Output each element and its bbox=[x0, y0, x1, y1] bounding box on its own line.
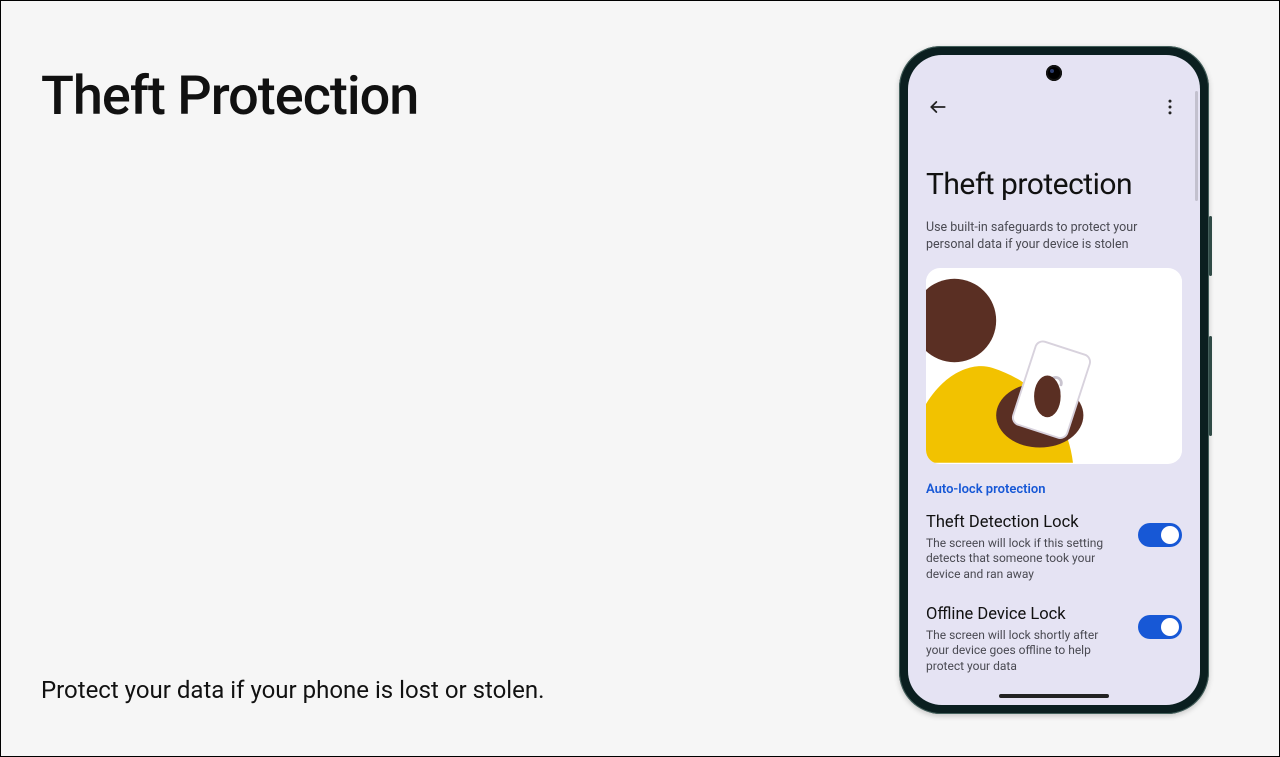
setting-theft-detection-lock[interactable]: Theft Detection Lock The screen will loc… bbox=[926, 513, 1182, 583]
setting-desc: The screen will lock if this setting det… bbox=[926, 536, 1128, 583]
setting-offline-device-lock[interactable]: Offline Device Lock The screen will lock… bbox=[926, 605, 1182, 675]
screen-title: Theft protection bbox=[926, 167, 1182, 202]
setting-title: Offline Device Lock bbox=[926, 605, 1128, 624]
setting-desc: The screen will lock shortly after your … bbox=[926, 628, 1128, 675]
toggle-theft-detection-lock[interactable] bbox=[1138, 523, 1182, 547]
screen-description: Use built-in safeguards to protect your … bbox=[926, 220, 1182, 254]
slide-frame: Theft Protection Protect your data if yo… bbox=[0, 0, 1280, 757]
back-icon[interactable] bbox=[924, 93, 952, 121]
toggle-offline-device-lock[interactable] bbox=[1138, 615, 1182, 639]
phone-mockup: Theft protection Use built-in safeguards… bbox=[899, 46, 1209, 714]
more-icon[interactable] bbox=[1156, 93, 1184, 121]
page-title: Theft Protection bbox=[41, 65, 418, 128]
illustration bbox=[926, 268, 1182, 464]
gesture-bar[interactable] bbox=[999, 694, 1109, 698]
page-subtitle: Protect your data if your phone is lost … bbox=[41, 676, 544, 704]
setting-title: Theft Detection Lock bbox=[926, 513, 1128, 532]
phone-screen: Theft protection Use built-in safeguards… bbox=[908, 55, 1200, 705]
screen-content: Theft protection Use built-in safeguards… bbox=[908, 129, 1200, 674]
scrollbar[interactable] bbox=[1195, 91, 1198, 201]
front-camera bbox=[1046, 65, 1062, 81]
section-label: Auto-lock protection bbox=[926, 482, 1182, 497]
